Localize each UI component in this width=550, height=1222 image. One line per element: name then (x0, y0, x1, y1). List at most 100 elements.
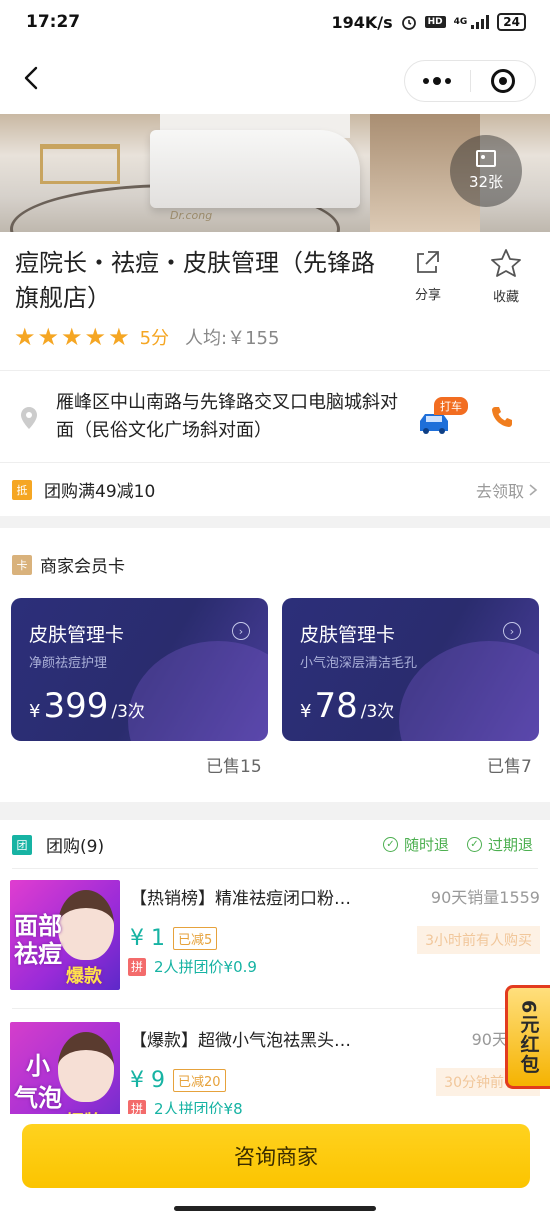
taxi-tag: 打车 (434, 397, 468, 415)
thumb-text: 小 (26, 1052, 50, 1080)
section-divider (0, 516, 550, 528)
chevron-right-icon (529, 483, 538, 496)
hd-icon: HD (424, 16, 446, 28)
coupon-badge: 抵 (12, 479, 32, 500)
deal-price: ¥ 9 (130, 1068, 165, 1093)
shop-header: 痘院长・祛痘・皮肤管理（先锋路旗舰店） 分享 收藏 ★ ★ ★ ★ ★ 5分 人均:￥1… (0, 232, 550, 368)
card-unit: /3次 (360, 702, 395, 722)
thumb-text: 爆款 (66, 966, 102, 987)
coupon-row[interactable]: 抵 团购满49减10 去领取 (0, 462, 550, 516)
deal-thumbnail-art: 面部 祛痘 爆款 (10, 880, 120, 990)
thumb-text: 气泡 (14, 1084, 62, 1112)
member-title: 商家会员卡 (40, 557, 125, 577)
pin-text: 2人拼团价¥0.9 (154, 958, 257, 976)
floor-logo: Dr.cong (170, 209, 213, 222)
group-title: 团购(9) (46, 837, 105, 857)
miniapp-capsule (404, 60, 536, 102)
pin-tag: 拼 (128, 957, 146, 976)
refund-expired: ✓ 过期退 (467, 834, 533, 855)
member-badge: 卡 (12, 554, 32, 575)
card-price: ¥ 78 /3次 (300, 686, 394, 726)
taxi-button[interactable]: 打车 (416, 397, 476, 437)
target-icon (490, 69, 515, 93)
photo-table (40, 144, 120, 184)
red-packet-button[interactable]: 6元红包 (505, 985, 550, 1089)
member-section-title: 卡 商家会员卡 (12, 552, 125, 577)
card-sold-count: 已售7 (487, 757, 532, 777)
deal-divider (12, 1008, 538, 1009)
battery-icon: 24 (497, 13, 526, 31)
bottom-bar: 咨询商家 (0, 1114, 550, 1222)
member-card[interactable]: 皮肤管理卡 › 小气泡深层清洁毛孔 ¥ 78 /3次 (282, 598, 539, 741)
star-icon: ★ (108, 323, 130, 351)
home-indicator (174, 1206, 376, 1211)
image-icon (476, 150, 496, 167)
close-miniapp-button[interactable] (471, 61, 536, 101)
favorite-label: 收藏 (492, 290, 519, 305)
card-price-value: 399 (43, 686, 109, 726)
card-title: 皮肤管理卡 (29, 624, 125, 646)
deal-price: ¥ 1 (130, 926, 165, 951)
network-type: 4G (453, 17, 468, 27)
share-icon (417, 251, 439, 273)
share-label: 分享 (414, 288, 441, 303)
deal-discount: 已减5 (173, 927, 218, 950)
group-badge: 团 (12, 834, 32, 855)
model-face (58, 1032, 114, 1102)
deal-title: 【热销榜】精准祛痘闭口粉… (130, 889, 351, 909)
chevron-right-circle-icon: › (503, 622, 521, 640)
rating-stars: ★ ★ ★ ★ ★ (14, 325, 130, 349)
check-circle-icon: ✓ (467, 837, 482, 852)
card-price: ¥ 399 /3次 (29, 686, 145, 726)
refund-anytime: ✓ 随时退 (383, 834, 449, 855)
chevron-right-circle-icon: › (232, 622, 250, 640)
status-icons: 194K/s HD 4G 24 (331, 13, 526, 32)
star-outline-icon (491, 249, 521, 277)
member-card[interactable]: 皮肤管理卡 › 净颜祛痘护理 ¥ 399 /3次 (11, 598, 268, 741)
address-section[interactable]: 雁峰区中山南路与先锋路交叉口电脑城斜对面（民俗文化广场斜对面） 打车 (0, 370, 550, 462)
share-button[interactable]: 分享 (403, 248, 453, 303)
deal-item[interactable]: 面部 祛痘 爆款 【热销榜】精准祛痘闭口粉… 90天销量1559 ¥ 1 已减5… (0, 870, 550, 1008)
card-subtitle: 净颜祛痘护理 (29, 656, 108, 671)
rating-score: 5分 (139, 328, 170, 349)
photo-count: 32张 (468, 173, 504, 191)
location-pin-icon (21, 407, 37, 429)
photo-count-button[interactable]: 32张 (450, 135, 522, 207)
star-icon: ★ (37, 323, 60, 351)
coupon-get-link[interactable]: 去领取 (476, 478, 538, 502)
thumb-text: 祛痘 (14, 940, 62, 968)
address-text: 雁峰区中山南路与先锋路交叉口电脑城斜对面（民俗文化广场斜对面） (56, 392, 398, 441)
status-bar: 17:27 194K/s HD 4G 24 (0, 0, 550, 44)
coupon-text: 团购满49减10 (44, 482, 156, 502)
photo-counter (150, 130, 360, 208)
signal-icon (471, 15, 490, 29)
more-button[interactable] (405, 61, 470, 101)
shop-name: 痘院长・祛痘・皮肤管理（先锋路旗舰店） (15, 249, 375, 312)
favorite-button[interactable]: 收藏 (481, 248, 531, 305)
deal-price-row: ¥ 9 已减20 (130, 1068, 226, 1093)
rating-row: ★ ★ ★ ★ ★ 5分 人均:￥155 (14, 324, 279, 350)
deal-sales: 90天销量1559 (430, 888, 540, 907)
deal-thumbnail: 面部 祛痘 爆款 (10, 880, 120, 990)
card-currency: ¥ (300, 701, 312, 722)
deal-price-row: ¥ 1 已减5 (130, 926, 218, 951)
star-icon: ★ (61, 323, 83, 351)
deal-group-price: 拼 2人拼团价¥0.9 (128, 956, 257, 977)
back-icon[interactable] (18, 64, 46, 92)
group-divider (12, 868, 538, 869)
refund-expired-label: 过期退 (488, 836, 534, 854)
consult-merchant-button[interactable]: 咨询商家 (22, 1124, 530, 1188)
card-price-value: 78 (314, 686, 358, 726)
nav-bar (0, 44, 550, 114)
section-divider (0, 802, 550, 820)
phone-icon[interactable] (490, 405, 514, 429)
red-packet-label: 6元红包 (517, 999, 540, 1075)
star-icon: ★ (84, 323, 107, 351)
card-sold-count: 已售15 (206, 757, 262, 777)
card-unit: /3次 (111, 702, 145, 722)
more-icon (423, 77, 452, 85)
card-currency: ¥ (29, 701, 41, 722)
network-speed: 194K/s (331, 12, 393, 32)
group-section-title: 团 团购(9) (12, 832, 104, 857)
card-subtitle: 小气泡深层清洁毛孔 (300, 656, 418, 671)
